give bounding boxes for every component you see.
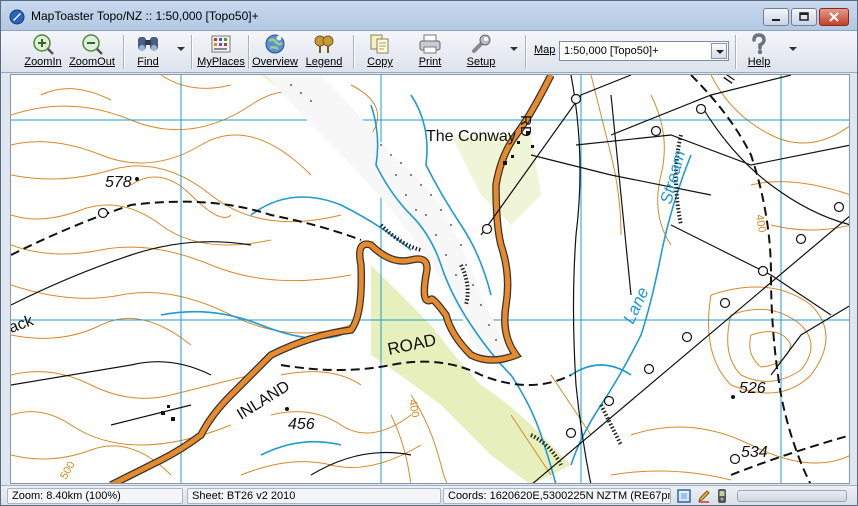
pencil-icon[interactable] [697, 489, 711, 503]
find-label: Find [137, 56, 159, 68]
toolbar-separator [353, 35, 354, 69]
map-select-value: 1:50,000 [Topo50]+ [564, 45, 659, 57]
overview-label: Overview [252, 56, 298, 68]
zoom-in-label: ZoomIn [24, 56, 62, 68]
minimize-button[interactable] [763, 8, 789, 26]
wrench-icon [472, 34, 491, 53]
maximize-icon [799, 12, 809, 21]
copy-button[interactable]: Copy [361, 31, 399, 73]
coords-status: Coords: 1620620E,5300225N NZTM (RE67pn) [443, 488, 671, 504]
help-button[interactable]: Help [741, 31, 777, 73]
zoom-out-icon [82, 34, 103, 55]
frame-icon[interactable] [677, 489, 691, 503]
toolbar-separator [123, 35, 124, 69]
road-label-rd: RD [517, 115, 534, 137]
track-label: ack [11, 312, 37, 337]
binoculars-icon [138, 37, 158, 51]
legend-label: Legend [305, 56, 343, 68]
contour-label-400: 400 [406, 398, 421, 418]
map-canvas[interactable]: The Conway Stream Lane ROAD INLAND RD IN… [10, 74, 850, 484]
find-button[interactable]: Find [129, 31, 167, 73]
progress-bar [737, 490, 847, 502]
map-select-dropdown[interactable]: 1:50,000 [Topo50]+ [559, 41, 729, 61]
help-dropdown-arrow-icon[interactable] [789, 47, 797, 51]
minimize-icon [772, 19, 780, 21]
place-label-the-conway: The Conway [426, 128, 516, 145]
myplaces-button[interactable]: MyPlaces [197, 31, 245, 73]
map-select-label: Map [534, 44, 556, 56]
copy-icon [370, 34, 389, 54]
print-button[interactable]: Print [411, 31, 449, 73]
status-icons [675, 488, 735, 504]
spot-height-578: 578 [105, 174, 132, 191]
toolbar-separator [525, 35, 526, 69]
myplaces-icon [211, 35, 231, 53]
close-icon [829, 12, 839, 22]
find-dropdown-arrow-icon[interactable] [177, 47, 185, 51]
maximize-button[interactable] [791, 8, 817, 26]
help-label: Help [747, 56, 771, 68]
myplaces-label: MyPlaces [197, 56, 245, 68]
printer-icon [419, 34, 441, 54]
globe-icon [265, 34, 285, 54]
gps-device-icon[interactable] [715, 488, 729, 504]
dropdown-arrow-icon[interactable] [711, 43, 727, 59]
status-bar: Zoom: 8.40km (100%) Sheet: BT26 v2 2010 … [1, 485, 857, 505]
spot-height-526: 526 [739, 380, 766, 397]
setup-label: Setup [466, 56, 496, 68]
spot-height-534: 534 [741, 444, 768, 461]
stream-label: Stream [657, 148, 690, 206]
contour-label-400: 400 [753, 213, 768, 233]
zoom-out-label: ZoomOut [69, 56, 115, 68]
help-question-icon [752, 33, 766, 55]
copy-label: Copy [367, 56, 393, 68]
toolbar-separator [248, 35, 249, 69]
legend-icon [314, 35, 334, 53]
setup-button[interactable]: Setup [461, 31, 501, 73]
window-title: MapToaster Topo/NZ :: 1:50,000 [Topo50]+ [31, 9, 259, 23]
close-button[interactable] [819, 8, 849, 26]
toolbar-separator [735, 35, 736, 69]
toolbar-separator [191, 35, 192, 69]
contour-label-500: 500 [58, 460, 78, 482]
maptoaster-logo-icon [9, 9, 25, 25]
zoom-out-button[interactable]: ZoomOut [67, 31, 117, 73]
title-bar[interactable]: MapToaster Topo/NZ :: 1:50,000 [Topo50]+ [1, 1, 857, 31]
setup-dropdown-arrow-icon[interactable] [510, 47, 518, 51]
road-label-inl: INL [720, 75, 747, 87]
sheet-status: Sheet: BT26 v2 2010 [187, 488, 441, 504]
app-window: MapToaster Topo/NZ :: 1:50,000 [Topo50]+… [0, 0, 858, 506]
zoom-in-icon [33, 34, 54, 55]
topo-map[interactable]: The Conway Stream Lane ROAD INLAND RD IN… [11, 75, 850, 484]
overview-button[interactable]: Overview [251, 31, 299, 73]
print-label: Print [418, 56, 442, 68]
toolbar: ZoomIn ZoomOut Find MyPlaces Overview Le… [1, 31, 857, 73]
zoom-in-button[interactable]: ZoomIn [21, 31, 65, 73]
legend-button[interactable]: Legend [303, 31, 345, 73]
zoom-status: Zoom: 8.40km (100%) [7, 488, 183, 504]
spot-height-456: 456 [288, 416, 315, 433]
